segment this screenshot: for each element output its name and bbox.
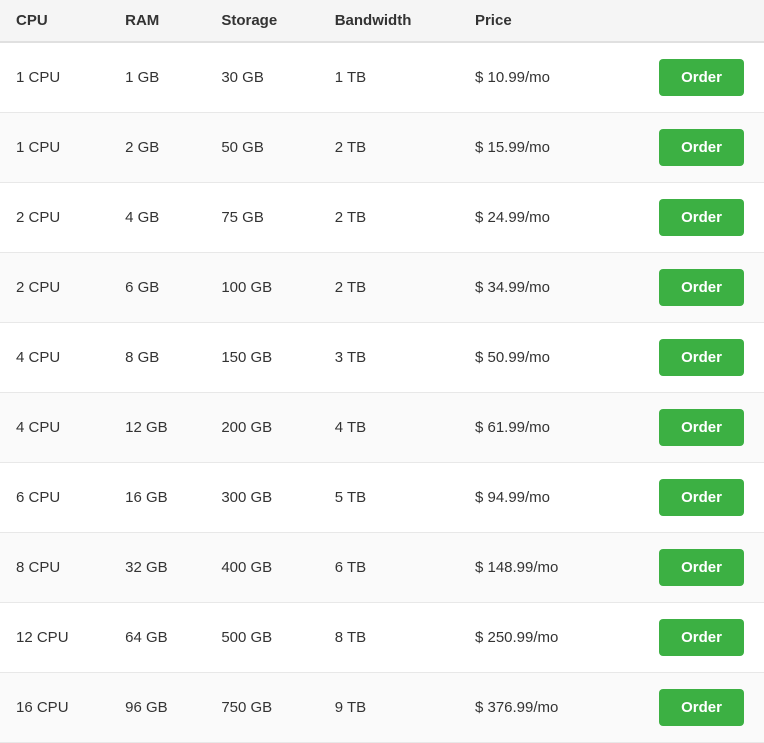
cell-price: $ 50.99/mo <box>459 323 608 393</box>
cell-ram: 6 GB <box>109 253 205 323</box>
order-cell: Order <box>608 113 764 183</box>
cell-storage: 30 GB <box>205 42 318 113</box>
cell-price: $ 376.99/mo <box>459 673 608 743</box>
cell-bandwidth: 4 TB <box>319 393 459 463</box>
cell-price: $ 61.99/mo <box>459 393 608 463</box>
cell-ram: 64 GB <box>109 603 205 673</box>
order-cell: Order <box>608 323 764 393</box>
cell-bandwidth: 2 TB <box>319 253 459 323</box>
table-row: 1 CPU1 GB30 GB1 TB$ 10.99/mo Order <box>0 42 764 113</box>
header-storage: Storage <box>205 0 318 42</box>
table-row: 16 CPU96 GB750 GB9 TB$ 376.99/mo Order <box>0 673 764 743</box>
order-cell: Order <box>608 673 764 743</box>
cell-price: $ 34.99/mo <box>459 253 608 323</box>
cell-cpu: 1 CPU <box>0 113 109 183</box>
cell-ram: 2 GB <box>109 113 205 183</box>
cell-price: $ 250.99/mo <box>459 603 608 673</box>
cell-ram: 32 GB <box>109 533 205 603</box>
order-button[interactable]: Order <box>659 619 744 656</box>
header-price: Price <box>459 0 608 42</box>
cell-ram: 1 GB <box>109 42 205 113</box>
table-row: 12 CPU64 GB500 GB8 TB$ 250.99/mo Order <box>0 603 764 673</box>
header-cpu: CPU <box>0 0 109 42</box>
order-cell: Order <box>608 393 764 463</box>
order-button[interactable]: Order <box>659 339 744 376</box>
cell-storage: 50 GB <box>205 113 318 183</box>
cell-bandwidth: 9 TB <box>319 673 459 743</box>
cell-price: $ 15.99/mo <box>459 113 608 183</box>
order-cell: Order <box>608 253 764 323</box>
header-bandwidth: Bandwidth <box>319 0 459 42</box>
cell-price: $ 94.99/mo <box>459 463 608 533</box>
order-cell: Order <box>608 183 764 253</box>
order-cell: Order <box>608 463 764 533</box>
cell-price: $ 148.99/mo <box>459 533 608 603</box>
cell-cpu: 4 CPU <box>0 323 109 393</box>
order-cell: Order <box>608 533 764 603</box>
cell-storage: 400 GB <box>205 533 318 603</box>
cell-cpu: 2 CPU <box>0 183 109 253</box>
cell-cpu: 16 CPU <box>0 673 109 743</box>
cell-storage: 500 GB <box>205 603 318 673</box>
cell-cpu: 2 CPU <box>0 253 109 323</box>
cell-ram: 16 GB <box>109 463 205 533</box>
cell-storage: 150 GB <box>205 323 318 393</box>
cell-ram: 8 GB <box>109 323 205 393</box>
cell-cpu: 8 CPU <box>0 533 109 603</box>
table-row: 1 CPU2 GB50 GB2 TB$ 15.99/mo Order <box>0 113 764 183</box>
order-button[interactable]: Order <box>659 689 744 726</box>
order-button[interactable]: Order <box>659 59 744 96</box>
cell-bandwidth: 3 TB <box>319 323 459 393</box>
order-button[interactable]: Order <box>659 129 744 166</box>
order-button[interactable]: Order <box>659 479 744 516</box>
cell-bandwidth: 5 TB <box>319 463 459 533</box>
table-row: 4 CPU8 GB150 GB3 TB$ 50.99/mo Order <box>0 323 764 393</box>
table-row: 8 CPU32 GB400 GB6 TB$ 148.99/mo Order <box>0 533 764 603</box>
header-action <box>608 0 764 42</box>
cell-bandwidth: 8 TB <box>319 603 459 673</box>
table-header-row: CPU RAM Storage Bandwidth Price <box>0 0 764 42</box>
table-row: 2 CPU4 GB75 GB2 TB$ 24.99/mo Order <box>0 183 764 253</box>
cell-cpu: 12 CPU <box>0 603 109 673</box>
cell-storage: 750 GB <box>205 673 318 743</box>
order-cell: Order <box>608 42 764 113</box>
cell-storage: 300 GB <box>205 463 318 533</box>
cell-ram: 96 GB <box>109 673 205 743</box>
cell-cpu: 6 CPU <box>0 463 109 533</box>
cell-bandwidth: 1 TB <box>319 42 459 113</box>
table-row: 4 CPU12 GB200 GB4 TB$ 61.99/mo Order <box>0 393 764 463</box>
cell-bandwidth: 2 TB <box>319 113 459 183</box>
cell-bandwidth: 6 TB <box>319 533 459 603</box>
table-row: 2 CPU6 GB100 GB2 TB$ 34.99/mo Order <box>0 253 764 323</box>
header-ram: RAM <box>109 0 205 42</box>
order-button[interactable]: Order <box>659 409 744 446</box>
cell-price: $ 10.99/mo <box>459 42 608 113</box>
pricing-table: CPU RAM Storage Bandwidth Price 1 CPU1 G… <box>0 0 764 743</box>
cell-cpu: 4 CPU <box>0 393 109 463</box>
order-cell: Order <box>608 603 764 673</box>
cell-price: $ 24.99/mo <box>459 183 608 253</box>
cell-storage: 75 GB <box>205 183 318 253</box>
table-row: 6 CPU16 GB300 GB5 TB$ 94.99/mo Order <box>0 463 764 533</box>
cell-ram: 12 GB <box>109 393 205 463</box>
order-button[interactable]: Order <box>659 199 744 236</box>
cell-cpu: 1 CPU <box>0 42 109 113</box>
cell-ram: 4 GB <box>109 183 205 253</box>
cell-storage: 200 GB <box>205 393 318 463</box>
order-button[interactable]: Order <box>659 549 744 586</box>
cell-storage: 100 GB <box>205 253 318 323</box>
order-button[interactable]: Order <box>659 269 744 306</box>
cell-bandwidth: 2 TB <box>319 183 459 253</box>
